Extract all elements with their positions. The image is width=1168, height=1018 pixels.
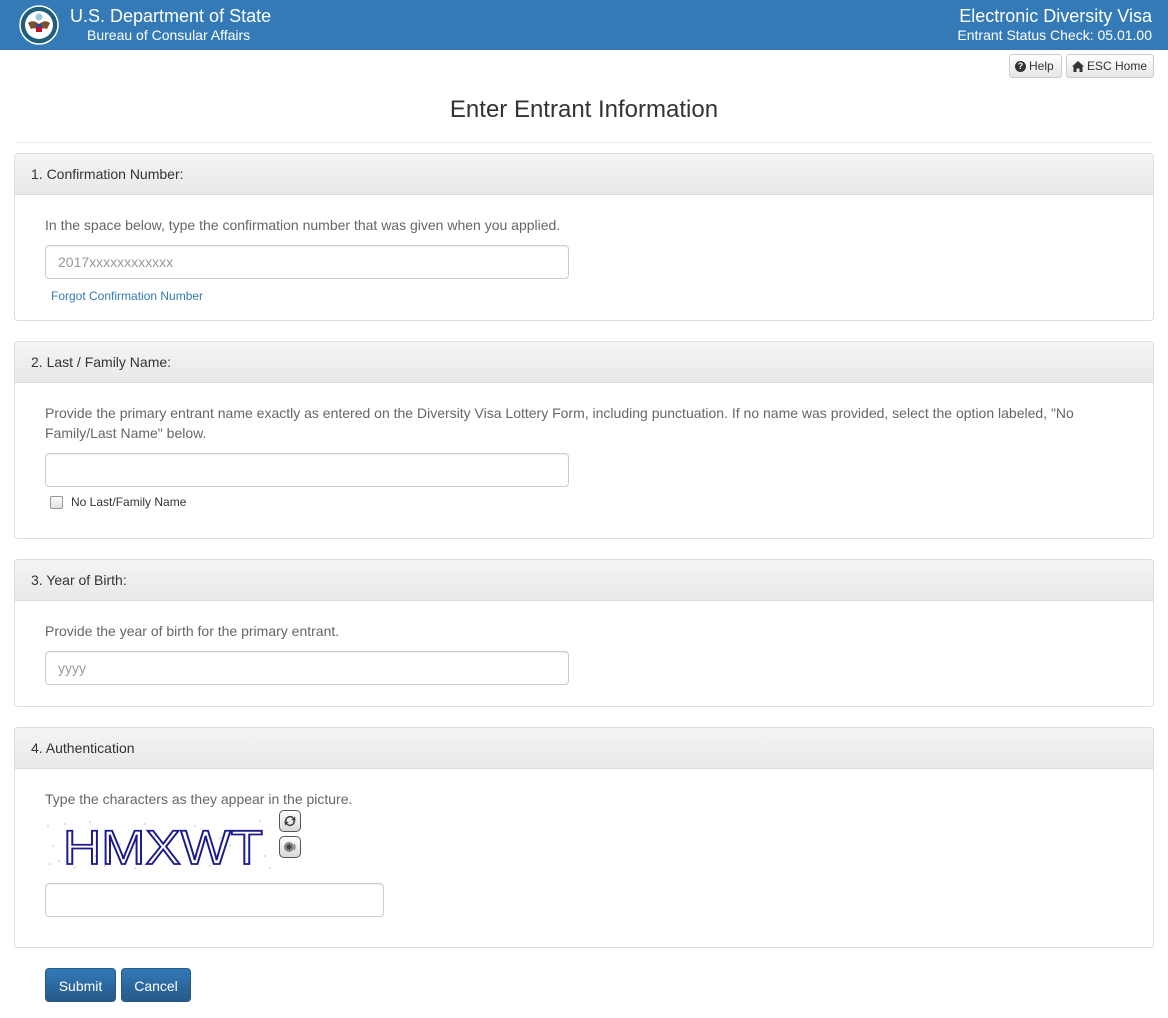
help-button-label: Help xyxy=(1029,59,1054,73)
year-of-birth-input[interactable] xyxy=(45,651,569,685)
cancel-button[interactable]: Cancel xyxy=(121,968,191,1002)
year-of-birth-heading: 3. Year of Birth: xyxy=(15,560,1153,601)
esc-home-button-label: ESC Home xyxy=(1087,59,1148,73)
speaker-icon xyxy=(284,842,296,852)
captcha-text: HMXWT xyxy=(63,822,263,872)
forgot-confirmation-number-link[interactable]: Forgot Confirmation Number xyxy=(51,289,203,303)
no-last-name-label: No Last/Family Name xyxy=(71,495,187,509)
org-subtitle: Bureau of Consular Affairs xyxy=(87,27,251,43)
app-title: Electronic Diversity Visa xyxy=(959,6,1152,26)
title-divider xyxy=(14,142,1154,143)
no-last-name-checkbox[interactable] xyxy=(50,495,63,509)
state-department-seal-icon xyxy=(19,5,59,45)
last-name-input[interactable] xyxy=(45,453,569,487)
esc-home-button[interactable]: ESC Home xyxy=(1066,54,1154,78)
help-button[interactable]: ? Help xyxy=(1009,54,1062,78)
confirmation-number-panel: 1. Confirmation Number: In the space bel… xyxy=(14,153,1154,321)
home-icon xyxy=(1072,60,1084,72)
last-name-panel: 2. Last / Family Name: Provide the prima… xyxy=(14,341,1154,539)
last-name-heading: 2. Last / Family Name: xyxy=(15,342,1153,383)
app-subtitle: Entrant Status Check: 05.01.00 xyxy=(957,27,1152,43)
org-title: U.S. Department of State xyxy=(70,6,272,26)
authentication-panel: 4. Authentication Type the characters as… xyxy=(14,727,1154,948)
submit-button[interactable]: Submit xyxy=(45,968,116,1002)
page-title: Enter Entrant Information xyxy=(449,96,719,123)
question-circle-icon: ? xyxy=(1015,60,1026,72)
captcha-area: HMXWT xyxy=(15,766,315,876)
refresh-captcha-button[interactable] xyxy=(279,810,301,832)
year-of-birth-instructions: Provide the year of birth for the primar… xyxy=(45,623,340,639)
year-of-birth-panel: 3. Year of Birth: Provide the year of bi… xyxy=(14,559,1154,707)
captcha-image: HMXWT xyxy=(47,820,271,872)
site-header: U.S. Department of State Bureau of Consu… xyxy=(0,0,1168,50)
audio-captcha-button[interactable] xyxy=(279,836,301,858)
last-name-instructions: Provide the primary entrant name exactly… xyxy=(45,405,1074,441)
confirmation-number-heading: 1. Confirmation Number: xyxy=(15,154,1153,195)
refresh-icon xyxy=(284,816,296,826)
confirmation-number-instructions: In the space below, type the confirmatio… xyxy=(45,217,561,233)
authentication-heading: 4. Authentication xyxy=(15,728,1153,769)
confirmation-number-input[interactable] xyxy=(45,245,569,279)
no-last-name-option[interactable]: No Last/Family Name xyxy=(50,495,186,509)
captcha-input[interactable] xyxy=(45,883,384,917)
